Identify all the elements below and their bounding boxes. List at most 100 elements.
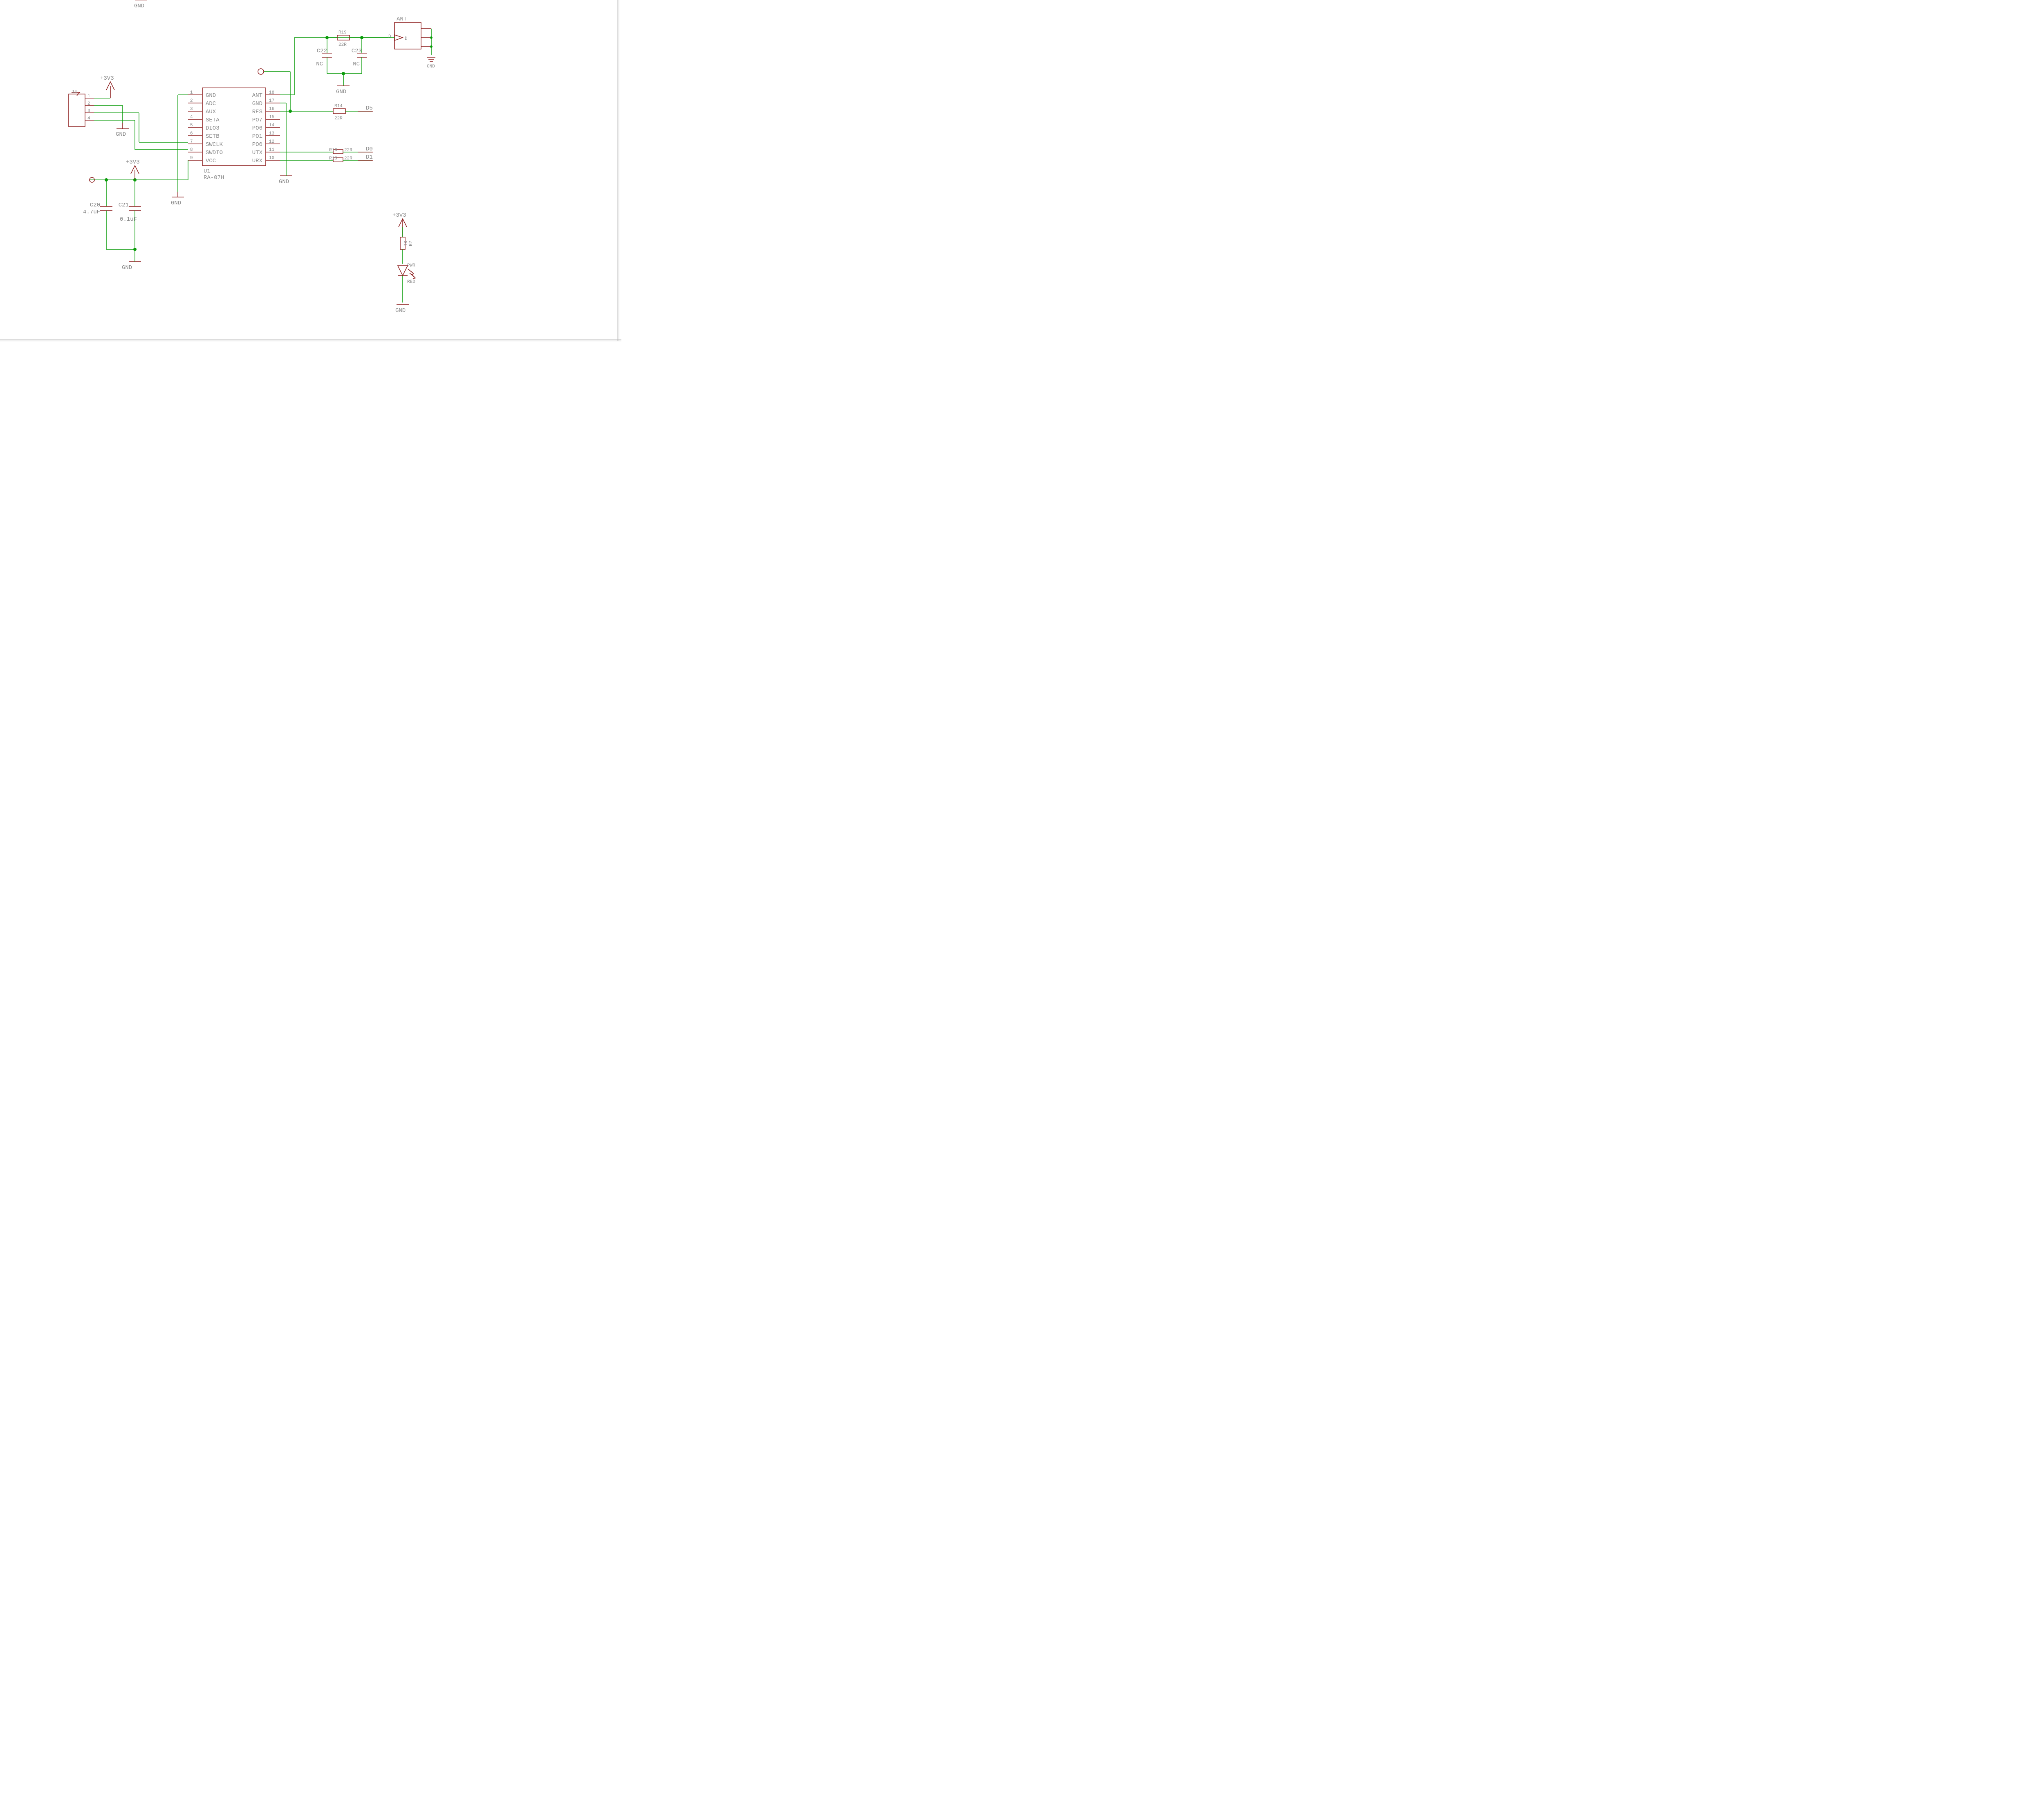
svg-text:SWCLK: SWCLK: [206, 141, 223, 148]
svg-text:UTX: UTX: [252, 150, 263, 156]
cap-c23: C23 NC: [352, 38, 367, 74]
svg-text:14: 14: [269, 123, 275, 128]
svg-text:13: 13: [269, 131, 274, 136]
svg-text:C22: C22: [317, 48, 327, 54]
svg-text:GND: GND: [134, 3, 144, 9]
ic-left-pins: 1GND 2ADC 3AUX 4SETA 5DIO3 6SETB 7SWCLK …: [188, 90, 223, 164]
svg-text:6: 6: [190, 131, 193, 136]
gnd-ant-caps: GND: [336, 74, 350, 95]
svg-text:ADC: ADC: [206, 101, 216, 107]
svg-text:D0: D0: [366, 146, 373, 152]
svg-text:GND: GND: [252, 101, 262, 107]
schematic-canvas: GND J4 1 2 3 4 +3V3 GND U1 RA-07H: [0, 0, 621, 356]
svg-text:SETB: SETB: [206, 133, 220, 140]
cap-c20: C20 4.7uF: [83, 180, 112, 249]
svg-text:ANT: ANT: [252, 92, 262, 99]
svg-text:22R: 22R: [334, 116, 343, 121]
svg-text:R14: R14: [334, 104, 343, 109]
svg-text:5: 5: [190, 123, 193, 128]
svg-text:8: 8: [190, 148, 193, 152]
svg-text:NC: NC: [316, 61, 323, 67]
svg-text:1: 1: [190, 90, 193, 95]
svg-text:GND: GND: [171, 200, 181, 206]
cap-c22: C22 NC: [316, 38, 332, 74]
svg-text:+3V3: +3V3: [100, 75, 114, 82]
svg-text:D: D: [388, 34, 391, 39]
svg-text:7: 7: [190, 139, 193, 144]
svg-text:15: 15: [269, 115, 274, 120]
svg-text:GND: GND: [206, 92, 216, 99]
svg-text:R7: R7: [409, 241, 414, 246]
gnd-symbol-top: GND: [134, 0, 147, 9]
svg-text:DIO3: DIO3: [206, 125, 220, 132]
connector-ant: ANT D D GND: [388, 16, 435, 69]
svg-text:GND: GND: [427, 64, 435, 69]
svg-text:GND: GND: [279, 179, 289, 185]
svg-text:RES: RES: [252, 109, 262, 115]
svg-text:PO6: PO6: [252, 125, 262, 132]
svg-text:4: 4: [190, 115, 193, 120]
svg-text:4.7uF: 4.7uF: [83, 209, 100, 215]
svg-text:3: 3: [87, 109, 90, 114]
svg-text:4: 4: [87, 116, 90, 121]
svg-text:URX: URX: [252, 158, 263, 164]
svg-text:SETA: SETA: [206, 117, 220, 123]
svg-text:16: 16: [269, 107, 274, 112]
svg-text:0.1uF: 0.1uF: [120, 216, 137, 223]
svg-text:RA-07H: RA-07H: [204, 175, 224, 181]
svg-text:3: 3: [190, 107, 193, 112]
gnd-caps: GND: [122, 249, 141, 271]
svg-text:2: 2: [190, 99, 193, 103]
svg-text:D: D: [405, 36, 408, 41]
svg-text:PWR: PWR: [407, 263, 415, 268]
svg-text:J4: J4: [72, 90, 77, 95]
svg-text:PO7: PO7: [252, 117, 262, 123]
svg-text:C23: C23: [352, 48, 362, 54]
res-r19: R19 22R: [327, 30, 362, 47]
svg-text:C20: C20: [90, 202, 100, 208]
vcc-3v3-left: +3V3: [126, 159, 140, 180]
gnd-j4: GND: [116, 123, 129, 138]
gnd-pin17: GND: [279, 172, 292, 185]
svg-text:17: 17: [269, 99, 274, 103]
connector-j4: J4 1 2 3 4: [69, 90, 94, 127]
vcc-3v3-top: +3V3: [100, 75, 114, 98]
svg-text:SWDIO: SWDIO: [206, 150, 223, 156]
svg-text:10: 10: [269, 156, 274, 161]
svg-text:PO0: PO0: [252, 141, 262, 148]
gnd-pin1: GND: [171, 192, 184, 206]
svg-text:1K: 1K: [404, 240, 409, 246]
svg-text:2: 2: [87, 101, 90, 106]
res-r18: R18 22R: [329, 156, 352, 162]
svg-text:R16: R16: [329, 148, 337, 153]
cap-c21: C21 0.1uF: [119, 180, 141, 249]
svg-text:GND: GND: [116, 131, 126, 138]
svg-text:11: 11: [269, 148, 275, 152]
ic-right-pins: 18 ANT 17 GND 16 RES 15 PO7 14 PO6 13 PO1 12 PO…: [252, 90, 280, 164]
svg-text:AUX: AUX: [206, 109, 216, 115]
svg-text:ANT: ANT: [397, 16, 407, 22]
svg-text:GND: GND: [122, 264, 132, 271]
svg-text:NC: NC: [353, 61, 360, 67]
svg-text:PO1: PO1: [252, 133, 262, 140]
svg-text:+3V3: +3V3: [126, 159, 140, 166]
svg-text:GND: GND: [336, 89, 346, 95]
svg-text:22R: 22R: [338, 43, 347, 47]
res-r16: R16 22R: [329, 148, 352, 154]
svg-text:C21: C21: [119, 202, 129, 208]
power-led-block: +3V3 1K R7 PWR RED GND: [392, 212, 415, 314]
svg-text:D5: D5: [366, 105, 373, 112]
svg-text:18: 18: [269, 90, 274, 95]
svg-text:VCC: VCC: [206, 158, 216, 164]
svg-text:U1: U1: [204, 168, 211, 175]
svg-text:R18: R18: [329, 156, 337, 161]
res-r14: R14 22R: [333, 104, 345, 121]
svg-text:RED: RED: [407, 280, 415, 285]
svg-text:GND: GND: [395, 307, 406, 314]
svg-text:9: 9: [190, 156, 193, 161]
svg-text:1: 1: [87, 94, 90, 99]
svg-text:12: 12: [269, 139, 274, 144]
svg-text:+3V3: +3V3: [392, 212, 406, 219]
svg-text:D1: D1: [366, 154, 373, 161]
svg-text:R19: R19: [338, 30, 347, 35]
